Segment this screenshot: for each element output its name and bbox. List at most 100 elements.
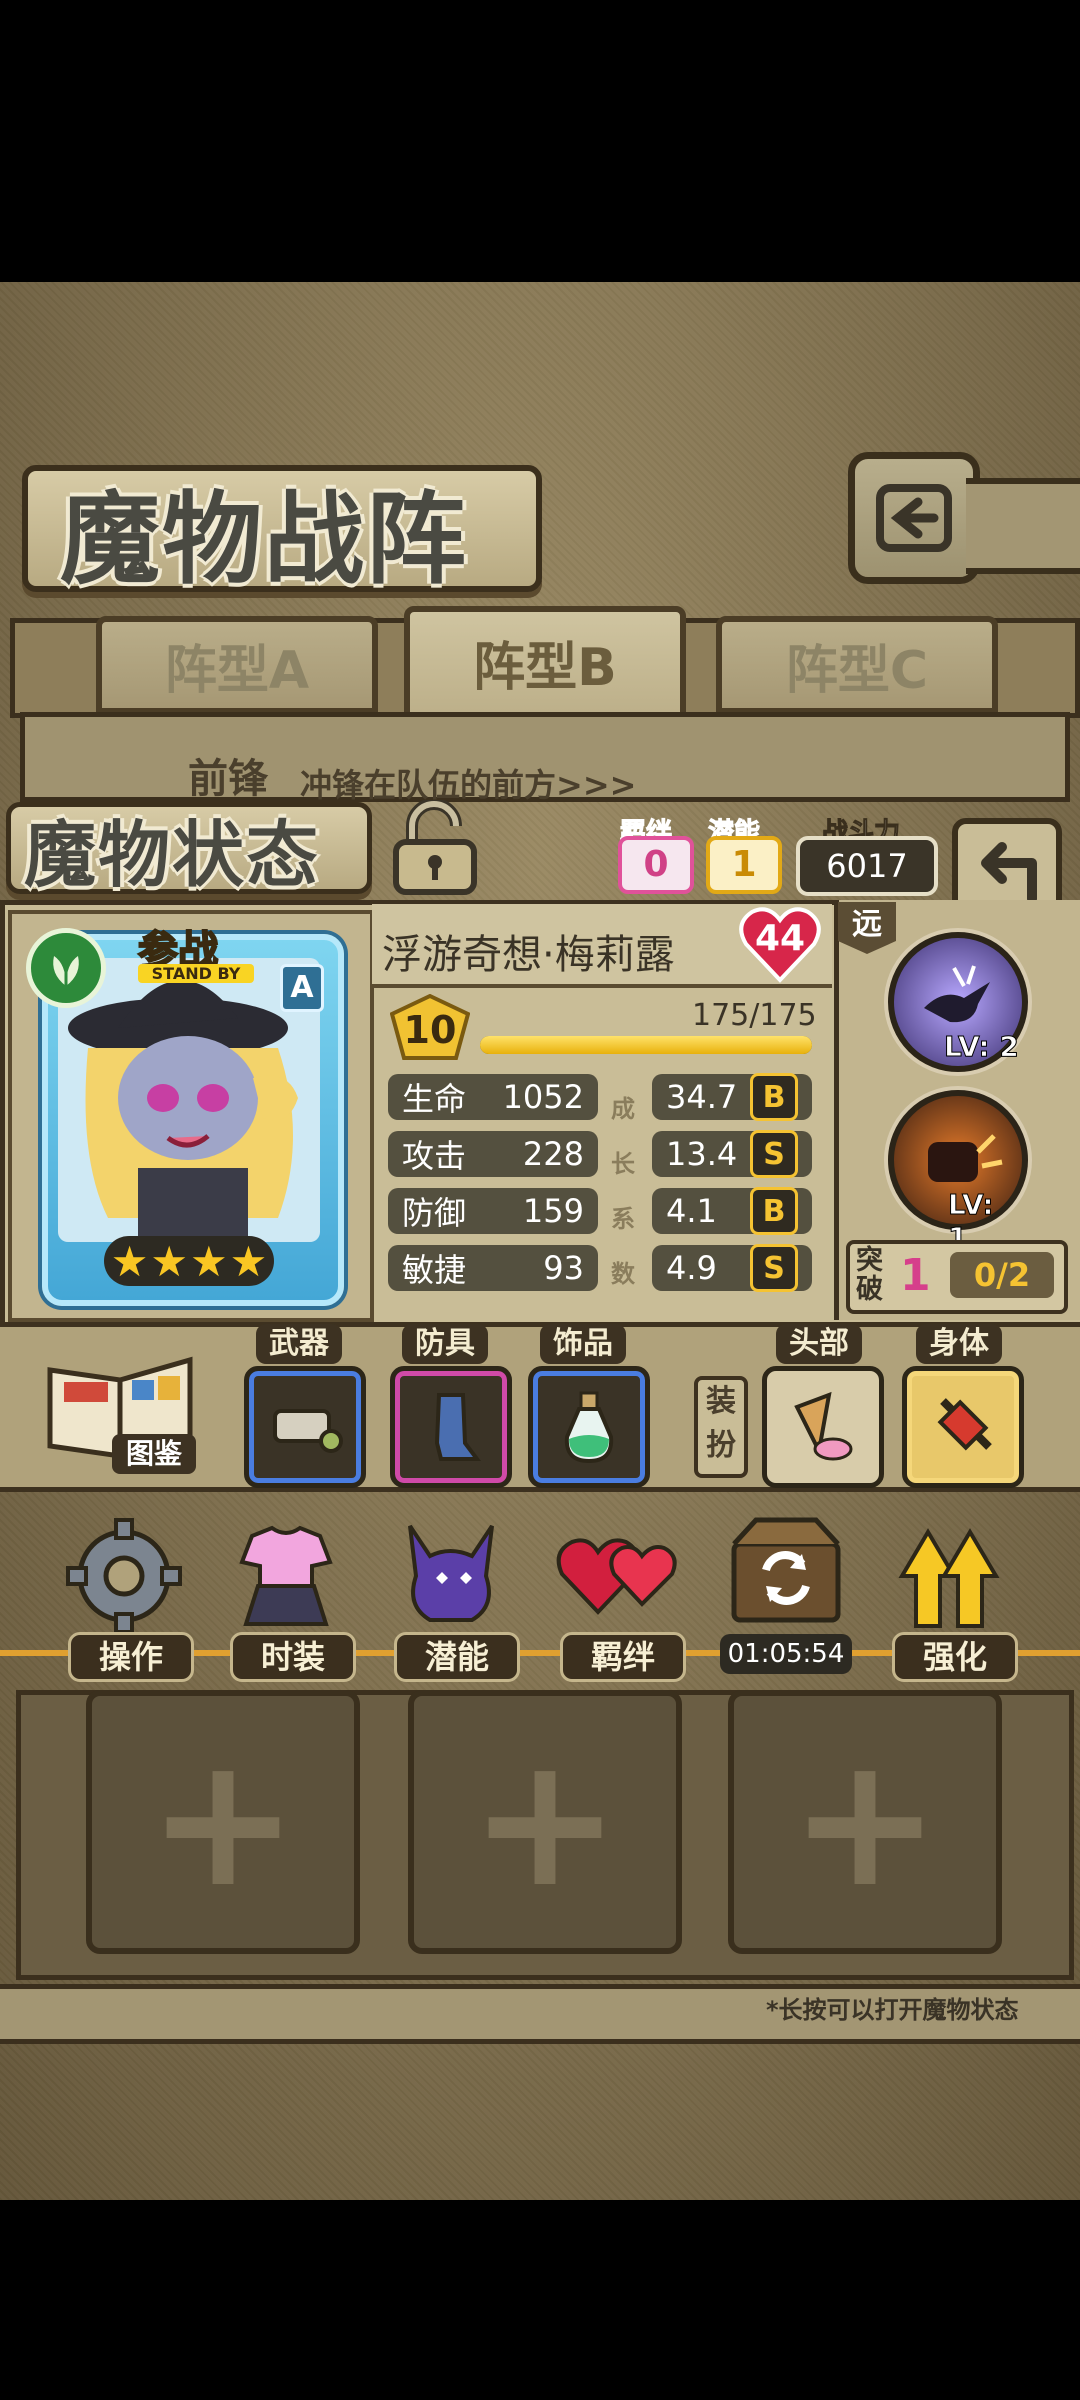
back-arrow-icon bbox=[876, 484, 952, 552]
star-icon: ★ bbox=[229, 1236, 268, 1286]
star-icon: ★ bbox=[190, 1236, 228, 1286]
potential-stat[interactable]: 潜能 1 bbox=[706, 812, 782, 894]
gear-icon bbox=[66, 1518, 182, 1634]
growth-grade: S bbox=[750, 1130, 798, 1178]
growth-vertical-label: 成 长 系 数 bbox=[610, 1082, 636, 1302]
page-title: 魔物战阵 bbox=[60, 480, 468, 598]
upgrade-arrows-icon bbox=[898, 1528, 1000, 1628]
stat-row-hp: 生命 1052 bbox=[388, 1074, 598, 1120]
lock-button[interactable] bbox=[390, 798, 480, 896]
star-rating: ★ ★ ★ ★ bbox=[104, 1236, 274, 1286]
weapon-slot[interactable] bbox=[244, 1366, 366, 1488]
empty-slot-1[interactable]: + bbox=[86, 1690, 360, 1954]
red-scroll-icon bbox=[937, 1398, 992, 1451]
refresh-chest-button[interactable]: 01:05:54 bbox=[716, 1510, 856, 1676]
operate-button[interactable]: 操作 bbox=[60, 1516, 196, 1682]
exp-bar-track bbox=[480, 1036, 812, 1054]
bond-stat[interactable]: 羁绊 0 bbox=[618, 812, 694, 894]
head-slot[interactable] bbox=[762, 1366, 884, 1488]
growth-row-atk: 13.4 S bbox=[652, 1130, 812, 1178]
armor-slot[interactable] bbox=[390, 1366, 512, 1488]
rank-badge: A bbox=[280, 964, 324, 1012]
potion-bottle-icon bbox=[564, 1391, 614, 1464]
star-icon: ★ bbox=[150, 1236, 188, 1286]
codex-button[interactable]: 图鉴 bbox=[40, 1350, 200, 1476]
operate-label: 操作 bbox=[68, 1632, 194, 1682]
accessory-slot[interactable] bbox=[528, 1366, 650, 1488]
enhance-label: 强化 bbox=[892, 1632, 1018, 1682]
element-badge bbox=[26, 928, 106, 1008]
return-arrow-icon bbox=[981, 842, 1037, 903]
stat-label: 生命 bbox=[402, 1080, 467, 1118]
star-icon: ★ bbox=[110, 1236, 149, 1286]
enhance-button[interactable]: 强化 bbox=[884, 1516, 1020, 1682]
empty-slot-2[interactable]: + bbox=[408, 1690, 682, 1954]
empty-slot-3[interactable]: + bbox=[728, 1690, 1002, 1954]
growth-row-hp: 34.7 B bbox=[652, 1073, 812, 1121]
ice-cream-cone-icon bbox=[794, 1391, 853, 1461]
hearts-icon bbox=[556, 1538, 677, 1615]
growth-char: 成 bbox=[611, 1095, 635, 1123]
header-rail bbox=[966, 478, 1080, 574]
outfit-icon bbox=[239, 1525, 333, 1626]
growth-value: 4.9 bbox=[666, 1249, 717, 1287]
bond-value: 0 bbox=[618, 836, 694, 894]
armor-label: 防具 bbox=[402, 1324, 488, 1364]
level-badge: 10 bbox=[389, 993, 471, 1060]
monster-card[interactable]: 参战 STAND BY A ★ ★ ★ ★ bbox=[8, 910, 374, 1322]
gatling-gun-icon bbox=[273, 1409, 343, 1453]
standby-subtitle: STAND BY bbox=[138, 964, 254, 983]
fashion-button[interactable]: 时装 bbox=[222, 1516, 358, 1682]
level-value: 10 bbox=[403, 1008, 457, 1052]
tab-formation-c[interactable]: 阵型C bbox=[716, 616, 998, 714]
combat-power: 战斗力 6017 bbox=[796, 812, 938, 896]
footer-hint: *长按可以打开魔物状态 bbox=[766, 1996, 1019, 2024]
status-title: 魔物状态 bbox=[24, 812, 321, 897]
breakthrough-box[interactable]: 突破 1 0/2 bbox=[846, 1240, 1068, 1314]
growth-grade: S bbox=[750, 1244, 798, 1292]
potential-value: 1 bbox=[706, 836, 782, 894]
fashion-label: 时装 bbox=[230, 1632, 356, 1682]
back-button[interactable] bbox=[848, 452, 980, 584]
tab-formation-a[interactable]: 阵型A bbox=[96, 616, 378, 714]
growth-char: 数 bbox=[611, 1260, 635, 1288]
growth-grade: B bbox=[750, 1073, 798, 1121]
stat-label: 敏捷 bbox=[402, 1251, 467, 1289]
weapon-label: 武器 bbox=[256, 1324, 342, 1364]
body-slot[interactable] bbox=[902, 1366, 1024, 1488]
skill-1-level: LV: 2 bbox=[944, 1030, 1020, 1064]
skill-1-button[interactable]: LV: 2 bbox=[888, 932, 1028, 1072]
growth-value: 34.7 bbox=[666, 1078, 738, 1116]
combat-power-value: 6017 bbox=[796, 836, 938, 896]
heart-level-badge: 44 bbox=[738, 904, 822, 984]
potential-label-button: 潜能 bbox=[394, 1632, 520, 1682]
stat-row-def: 防御 159 bbox=[388, 1188, 598, 1234]
stat-row-agi: 敏捷 93 bbox=[388, 1245, 598, 1291]
stat-label: 攻击 bbox=[402, 1137, 467, 1175]
stat-value: 1052 bbox=[502, 1078, 584, 1116]
growth-row-agi: 4.9 S bbox=[652, 1244, 812, 1292]
demon-silhouette-icon bbox=[408, 1524, 494, 1622]
stat-row-atk: 攻击 228 bbox=[388, 1131, 598, 1177]
codex-label: 图鉴 bbox=[112, 1434, 196, 1474]
growth-row-def: 4.1 B bbox=[652, 1187, 812, 1235]
head-label: 头部 bbox=[776, 1324, 862, 1364]
tab-formation-b-label: 阵型B bbox=[473, 637, 617, 698]
bond-button[interactable]: 羁绊 bbox=[552, 1516, 688, 1682]
unlock-icon bbox=[393, 798, 477, 895]
tab-formation-b[interactable]: 阵型B bbox=[404, 606, 686, 718]
growth-char: 系 bbox=[611, 1205, 635, 1233]
breakthrough-value: 1 bbox=[900, 1250, 931, 1301]
growth-char: 长 bbox=[611, 1150, 635, 1178]
exp-text: 175/175 bbox=[692, 998, 817, 1033]
tab-formation-a-label: 阵型A bbox=[164, 640, 310, 701]
leaf-icon bbox=[53, 956, 79, 986]
skill-2-button[interactable]: LV: 1 bbox=[888, 1090, 1028, 1255]
monster-name: 浮游奇想·梅莉露 bbox=[382, 932, 675, 978]
stat-value: 228 bbox=[522, 1135, 584, 1173]
growth-grade: B bbox=[750, 1187, 798, 1235]
growth-value: 4.1 bbox=[666, 1192, 717, 1230]
exp-bar-fill bbox=[480, 1036, 812, 1054]
potential-button[interactable]: 潜能 bbox=[386, 1516, 522, 1682]
bond-label-button: 羁绊 bbox=[560, 1632, 686, 1682]
